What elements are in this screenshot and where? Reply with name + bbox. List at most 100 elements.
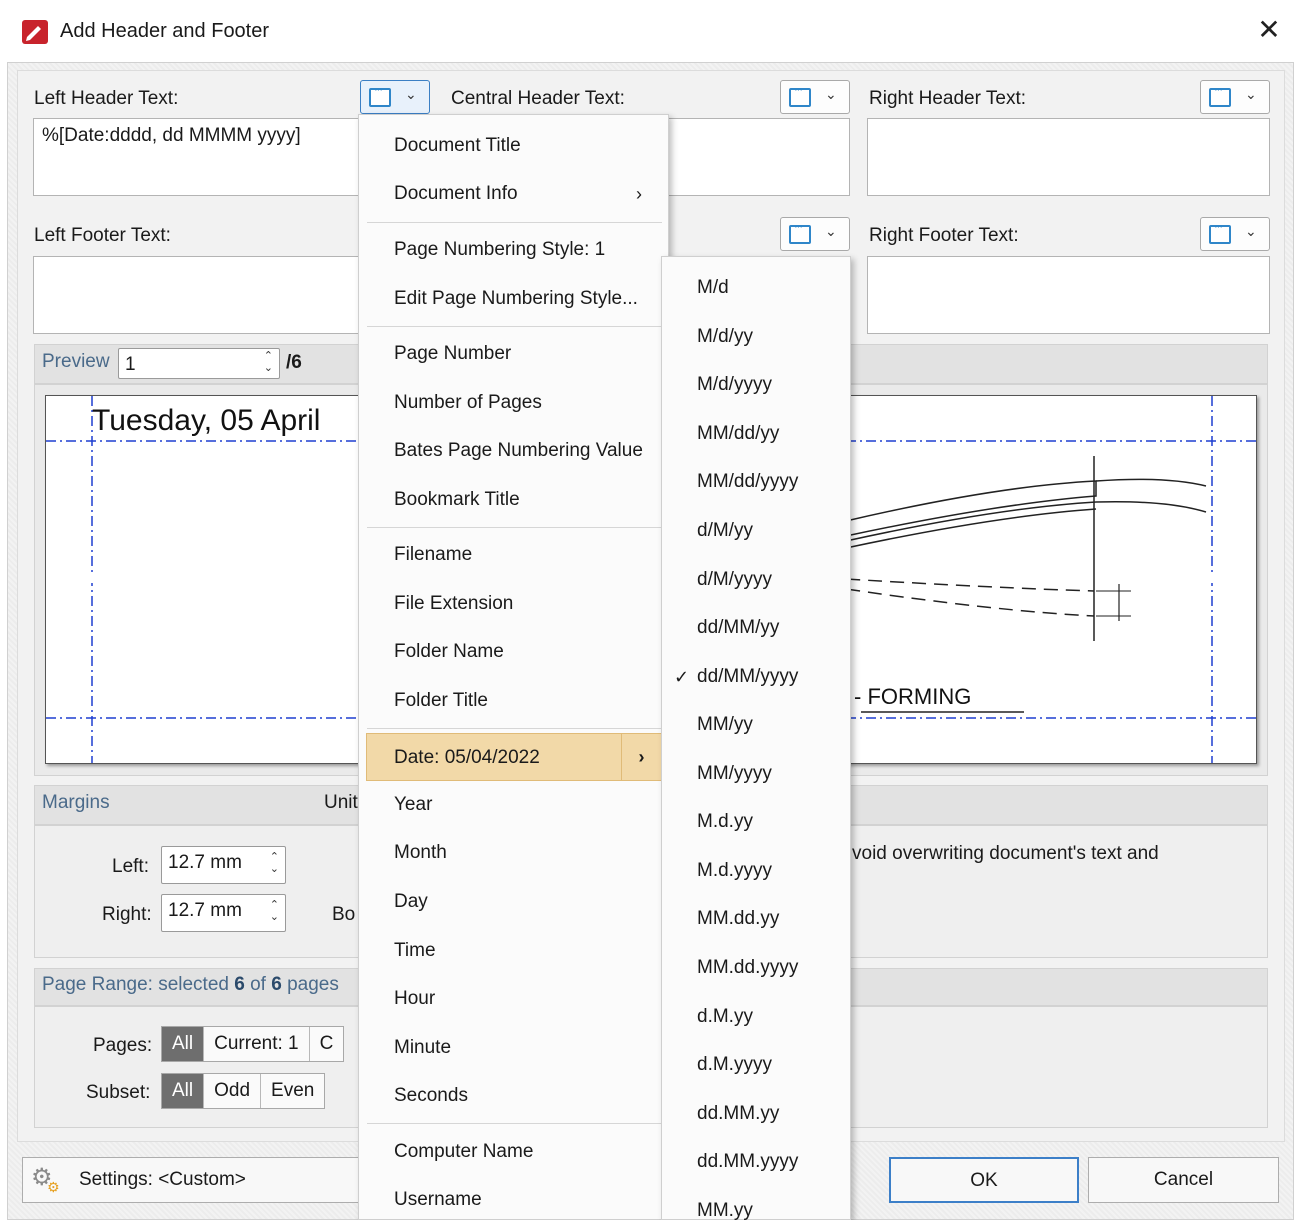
date-format-item[interactable]: dd.MM.yy (662, 1090, 850, 1138)
pages-option-custom[interactable]: C (310, 1027, 344, 1061)
insert-macro-icon (1209, 221, 1231, 244)
units-label: Unit (324, 792, 358, 813)
spinner-arrows-icon[interactable]: ⌃ ⌄ (270, 851, 279, 875)
menu-separator (367, 1123, 662, 1124)
menu-item-username[interactable]: Username (359, 1176, 668, 1220)
date-format-item[interactable]: MM.dd.yy (662, 895, 850, 943)
date-format-item[interactable]: M.d.yyyy (662, 847, 850, 895)
date-format-item[interactable]: MM/yyyy (662, 750, 850, 798)
date-format-item[interactable]: M/d/yy (662, 313, 850, 361)
chevron-right-icon: › (621, 733, 661, 781)
cancel-button[interactable]: Cancel (1088, 1157, 1279, 1203)
chevron-right-icon: › (636, 184, 642, 204)
central-footer-macro-button[interactable]: ⌄ (780, 217, 850, 251)
menu-item-folder-title[interactable]: Folder Title (359, 677, 668, 725)
date-format-item[interactable]: M/d/yyyy (662, 361, 850, 409)
menu-item-filename[interactable]: Filename (359, 531, 668, 579)
left-header-macro-button[interactable]: ⌄ (360, 80, 430, 114)
date-format-item[interactable]: d.M.yy (662, 993, 850, 1041)
date-format-item[interactable]: M/d (662, 264, 850, 312)
date-format-item[interactable]: MM/dd/yy (662, 410, 850, 458)
date-format-item[interactable]: MM.dd.yyyy (662, 944, 850, 992)
menu-item-page-number[interactable]: Page Number (359, 330, 668, 378)
date-format-item[interactable]: M.d.yy (662, 798, 850, 846)
preview-page-value: 1 (125, 354, 136, 375)
right-footer-input[interactable] (867, 256, 1270, 334)
insert-macro-icon (789, 221, 811, 244)
page-range-title: Page Range: selected 6 of 6 pages (42, 974, 339, 995)
right-header-input[interactable] (867, 118, 1270, 196)
window-title: Add Header and Footer (60, 20, 270, 42)
menu-item-year[interactable]: Year (359, 781, 668, 829)
menu-item-hour[interactable]: Hour (359, 975, 668, 1023)
pages-option-current[interactable]: Current: 1 (204, 1027, 310, 1061)
menu-item-bates-page-numbering[interactable]: Bates Page Numbering Value (359, 427, 668, 475)
menu-separator (367, 728, 662, 729)
pages-option-all[interactable]: All (162, 1027, 205, 1061)
preview-page-spinner[interactable]: 1 ⌃ ⌄ (118, 348, 280, 379)
menu-separator (367, 527, 662, 528)
date-format-item[interactable]: dd.MM.yyyy (662, 1138, 850, 1186)
margin-left-spinner[interactable]: 12.7 mm ⌃ ⌄ (161, 846, 286, 884)
subset-segmented-control: All Odd Even (161, 1073, 326, 1109)
spinner-arrows-icon[interactable]: ⌃ ⌄ (264, 350, 273, 374)
menu-separator (367, 222, 662, 223)
date-format-item[interactable]: MM/yy (662, 701, 850, 749)
date-format-item[interactable]: d/M/yy (662, 507, 850, 555)
menu-item-page-numbering-style[interactable]: Page Numbering Style: 1 (359, 226, 668, 274)
page-range-selected: 6 (234, 974, 245, 995)
menu-item-month[interactable]: Month (359, 829, 668, 877)
date-format-item[interactable]: dd/MM/yy (662, 604, 850, 652)
margin-right-spinner[interactable]: 12.7 mm ⌃ ⌄ (161, 894, 286, 932)
date-format-item-checked[interactable]: ✓ dd/MM/yyyy (662, 653, 850, 701)
pages-label: Pages: (93, 1035, 153, 1056)
settings-button[interactable]: ⚙ ⚙ Settings: <Custom> (22, 1157, 367, 1203)
date-format-item[interactable]: MM/dd/yyyy (662, 458, 850, 506)
chevron-down-icon: ⌄ (1245, 86, 1257, 102)
menu-separator (367, 326, 662, 327)
menu-item-edit-page-numbering-style[interactable]: Edit Page Numbering Style... (359, 275, 668, 323)
subset-option-odd[interactable]: Odd (204, 1074, 262, 1108)
menu-item-file-extension[interactable]: File Extension (359, 580, 668, 628)
menu-item-date[interactable]: Date: 05/04/2022 › (366, 733, 662, 781)
menu-item-document-title[interactable]: Document Title (359, 122, 668, 170)
right-footer-macro-button[interactable]: ⌄ (1200, 217, 1270, 251)
menu-item-day[interactable]: Day (359, 878, 668, 926)
menu-item-time[interactable]: Time (359, 927, 668, 975)
menu-item-number-of-pages[interactable]: Number of Pages (359, 379, 668, 427)
macro-menu: Document Title Document Info › Page Numbe… (358, 114, 669, 1220)
margin-right-label: Right: (102, 904, 152, 925)
central-header-macro-button[interactable]: ⌄ (780, 80, 850, 114)
date-format-item[interactable]: d.M.yyyy (662, 1041, 850, 1089)
subset-option-all[interactable]: All (162, 1074, 205, 1108)
left-header-value: %[Date:dddd, dd MMMM yyyy] (42, 125, 301, 146)
settings-label: Settings: <Custom> (79, 1169, 246, 1190)
margin-right-value: 12.7 mm (168, 900, 242, 921)
menu-item-minute[interactable]: Minute (359, 1024, 668, 1072)
date-format-item[interactable]: d/M/yyyy (662, 556, 850, 604)
central-header-label: Central Header Text: (451, 88, 625, 109)
small-gear-icon: ⚙ (47, 1179, 60, 1195)
spinner-arrows-icon[interactable]: ⌃ ⌄ (270, 899, 279, 923)
menu-item-computer-name[interactable]: Computer Name (359, 1128, 668, 1176)
margin-left-value: 12.7 mm (168, 852, 242, 873)
subset-label: Subset: (86, 1082, 151, 1103)
date-format-item[interactable]: MM.yy (662, 1187, 850, 1220)
ok-button[interactable]: OK (889, 1157, 1079, 1203)
menu-item-document-info[interactable]: Document Info › (359, 170, 668, 218)
preview-page-total: /6 (286, 352, 302, 373)
pages-segmented-control: All Current: 1 C (161, 1026, 345, 1062)
margin-bottom-label: Bo (332, 904, 356, 925)
preview-label: Preview (42, 351, 110, 372)
close-icon[interactable]: ✕ (1253, 14, 1285, 46)
right-header-label: Right Header Text: (869, 88, 1027, 109)
app-logo-icon (22, 20, 48, 44)
right-header-macro-button[interactable]: ⌄ (1200, 80, 1270, 114)
menu-item-folder-name[interactable]: Folder Name (359, 628, 668, 676)
menu-item-seconds[interactable]: Seconds (359, 1072, 668, 1120)
title-bar: Add Header and Footer ✕ (0, 0, 1301, 62)
checkmark-icon: ✓ (674, 667, 690, 687)
right-footer-label: Right Footer Text: (869, 225, 1019, 246)
subset-option-even[interactable]: Even (261, 1074, 324, 1108)
menu-item-bookmark-title[interactable]: Bookmark Title (359, 476, 668, 524)
